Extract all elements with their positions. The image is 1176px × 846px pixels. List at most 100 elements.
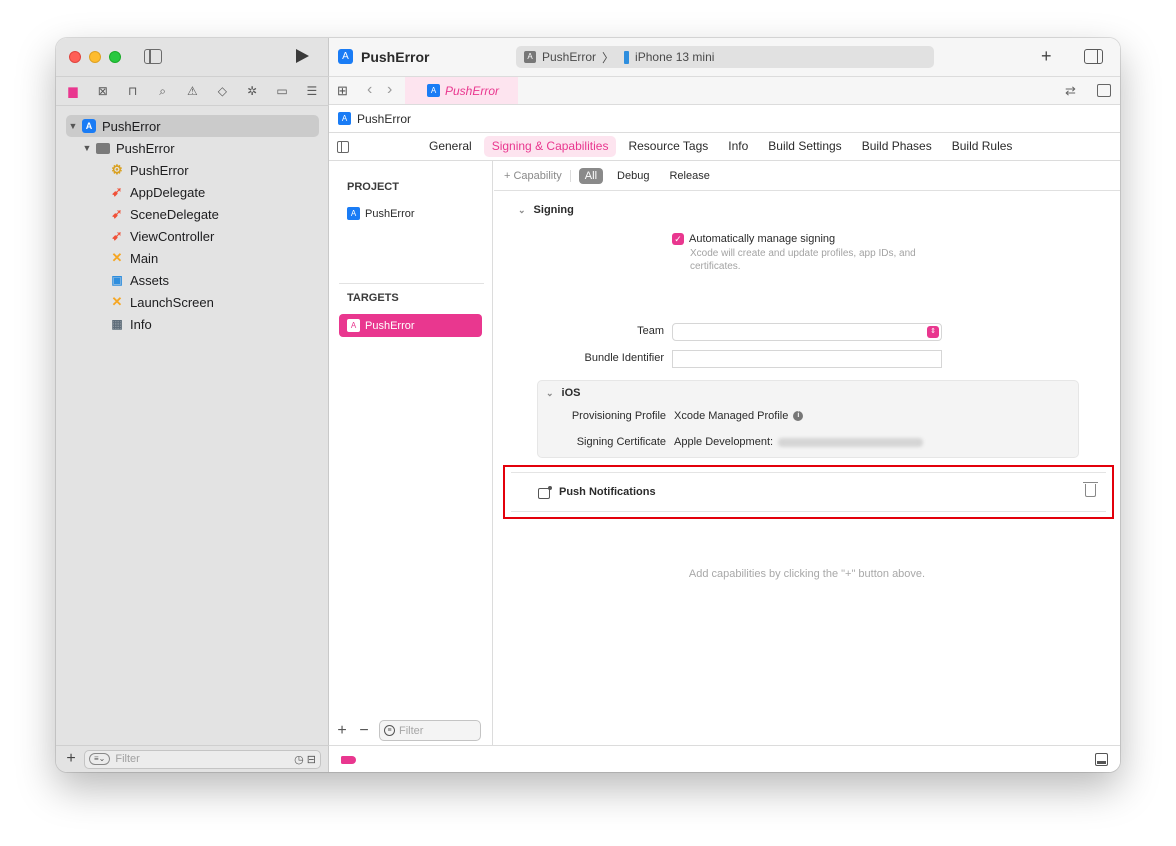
library-plus-button[interactable]: + bbox=[1041, 46, 1052, 67]
entitlements-icon: ⚙ bbox=[111, 162, 123, 177]
tab-signing-capabilities[interactable]: Signing & Capabilities bbox=[483, 136, 617, 157]
chevron-down-icon[interactable]: ▼ bbox=[68, 121, 78, 131]
tab-general[interactable]: General bbox=[421, 136, 480, 157]
app-icon: A bbox=[338, 49, 353, 64]
notification-badge-icon bbox=[538, 486, 552, 499]
segment-debug[interactable]: Debug bbox=[611, 168, 655, 184]
target-item[interactable]: A PushError bbox=[339, 314, 482, 337]
auto-manage-checkbox[interactable]: ✓ bbox=[672, 233, 684, 245]
project-header: PROJECT bbox=[347, 181, 399, 193]
tree-row-file[interactable]: ✕ LaunchScreen bbox=[66, 291, 319, 313]
minimize-window-button[interactable] bbox=[89, 51, 101, 63]
editor-tab-bar: ⊞ ‹ › A PushError ⇄ bbox=[329, 76, 1120, 105]
source-control-icon[interactable]: ⊠ bbox=[92, 83, 114, 99]
app-icon: A bbox=[338, 112, 351, 125]
add-editor-icon[interactable] bbox=[1097, 84, 1111, 97]
breadcrumb: A PushError bbox=[329, 105, 1120, 133]
breakpoint-icon[interactable]: ▭ bbox=[271, 83, 293, 99]
project-navigator-folder-icon[interactable]: ▆ bbox=[62, 83, 84, 99]
report-icon[interactable]: ☰ bbox=[301, 83, 323, 99]
tree-row-file[interactable]: ▣ Assets bbox=[66, 269, 319, 291]
signing-title: Signing bbox=[533, 204, 574, 216]
tab-info[interactable]: Info bbox=[720, 136, 756, 157]
tree-row-file[interactable]: ➹ ViewController bbox=[66, 225, 319, 247]
auto-manage-label: Automatically manage signing bbox=[689, 233, 836, 245]
run-button-icon[interactable] bbox=[296, 49, 309, 63]
tab-build-settings[interactable]: Build Settings bbox=[760, 136, 849, 157]
back-chevron-icon[interactable]: ‹ bbox=[367, 81, 372, 99]
add-capabilities-hint: Add capabilities by clicking the "+" but… bbox=[688, 568, 926, 580]
app-icon: A bbox=[347, 207, 360, 220]
breadcrumb-item[interactable]: PushError bbox=[357, 112, 411, 126]
segment-all[interactable]: All bbox=[578, 167, 604, 184]
debug-spray-icon[interactable]: ✲ bbox=[241, 83, 263, 99]
test-diamond-icon[interactable]: ◇ bbox=[211, 83, 233, 99]
prov-profile-value: Xcode Managed Profile bbox=[674, 410, 789, 422]
project-item[interactable]: A PushError bbox=[339, 202, 482, 225]
team-label: Team bbox=[637, 325, 664, 337]
chevron-down-icon[interactable]: ⌄ bbox=[546, 388, 554, 399]
scheme-separator: 〉 bbox=[602, 50, 615, 65]
tree-row-project[interactable]: ▼ A PushError bbox=[66, 115, 319, 137]
add-file-button[interactable]: + bbox=[64, 750, 78, 768]
recent-files-icon[interactable]: ◷ ⊟ bbox=[294, 753, 316, 766]
tag-icon[interactable] bbox=[341, 756, 356, 764]
toggle-navigator-icon[interactable] bbox=[144, 49, 162, 64]
forward-chevron-icon[interactable]: › bbox=[387, 81, 392, 99]
chevron-down-icon[interactable]: ⌄ bbox=[518, 205, 526, 216]
prov-profile-value-row: Xcode Managed Profile i bbox=[674, 410, 804, 422]
tree-row-file[interactable]: ➹ SceneDelegate bbox=[66, 203, 319, 225]
xcode-window: ▆ ⊠ ⊓ ⌕ ⚠ ◇ ✲ ▭ ☰ ▼ A PushError ▼ PushEr… bbox=[56, 38, 1120, 772]
symbol-hierarchy-icon[interactable]: ⊓ bbox=[122, 83, 144, 99]
warning-icon[interactable]: ⚠ bbox=[181, 83, 203, 99]
tree-row-file[interactable]: ✕ Main bbox=[66, 247, 319, 269]
toolbar: A PushError A PushError 〉 iPhone 13 mini… bbox=[329, 38, 1120, 76]
scheme-selector[interactable]: A PushError 〉 iPhone 13 mini bbox=[516, 46, 934, 68]
editor-tab-pusherror[interactable]: A PushError bbox=[405, 77, 518, 104]
chevron-down-icon[interactable]: ▼ bbox=[82, 143, 92, 153]
tree-row-file[interactable]: ➹ AppDelegate bbox=[66, 181, 319, 203]
toggle-project-list-icon[interactable] bbox=[337, 141, 349, 153]
push-notifications-capability[interactable]: Push Notifications bbox=[511, 472, 1106, 512]
tab-build-rules[interactable]: Build Rules bbox=[944, 136, 1021, 157]
navigator-filter-field[interactable]: ≡⌄ Filter ◷ ⊟ bbox=[84, 749, 321, 769]
redacted-certificate-name bbox=[778, 437, 924, 447]
tree-row-label: SceneDelegate bbox=[130, 206, 219, 222]
team-popup[interactable]: ⇕ bbox=[672, 323, 942, 341]
ios-section-header[interactable]: ⌄ iOS bbox=[546, 387, 581, 399]
info-icon[interactable]: i bbox=[793, 411, 804, 421]
tree-row-file[interactable]: ▦ Info bbox=[66, 313, 319, 335]
swap-arrows-icon[interactable]: ⇄ bbox=[1065, 83, 1076, 99]
targets-header: TARGETS bbox=[347, 292, 399, 304]
bundle-id-field[interactable] bbox=[672, 350, 942, 368]
zoom-window-button[interactable] bbox=[109, 51, 121, 63]
trash-icon[interactable] bbox=[1083, 482, 1098, 497]
list-divider bbox=[339, 283, 484, 284]
add-target-button[interactable]: + bbox=[335, 722, 349, 740]
filter-options-icon[interactable]: ≡⌄ bbox=[89, 753, 111, 765]
debug-area-toggle-icon[interactable] bbox=[1095, 753, 1108, 766]
project-tree: ▼ A PushError ▼ PushError ⚙ PushError ➹ … bbox=[66, 115, 319, 335]
segment-release[interactable]: Release bbox=[663, 168, 715, 184]
app-icon: A bbox=[347, 319, 360, 332]
tree-row-group[interactable]: ▼ PushError bbox=[66, 137, 319, 159]
app-icon: A bbox=[427, 84, 440, 97]
navigator-filter-bar: + ≡⌄ Filter ◷ ⊟ bbox=[56, 745, 329, 772]
related-items-grid-icon[interactable]: ⊞ bbox=[337, 83, 348, 99]
tree-row-file[interactable]: ⚙ PushError bbox=[66, 159, 319, 181]
project-item-label: PushError bbox=[365, 207, 415, 220]
remove-target-button[interactable]: − bbox=[357, 722, 371, 740]
tree-row-label: PushError bbox=[130, 162, 189, 178]
project-list-filter-field[interactable]: ≡ Filter bbox=[379, 720, 481, 741]
scheme-target[interactable]: PushError bbox=[542, 50, 596, 64]
close-window-button[interactable] bbox=[69, 51, 81, 63]
navigator-sidebar: ▆ ⊠ ⊓ ⌕ ⚠ ◇ ✲ ▭ ☰ ▼ A PushError ▼ PushEr… bbox=[56, 38, 329, 772]
add-capability-button[interactable]: + Capability bbox=[504, 169, 571, 182]
search-icon[interactable]: ⌕ bbox=[152, 83, 174, 99]
tab-resource-tags[interactable]: Resource Tags bbox=[620, 136, 716, 157]
signing-section-header[interactable]: ⌄ Signing bbox=[518, 204, 574, 216]
scheme-device[interactable]: iPhone 13 mini bbox=[635, 50, 714, 64]
toggle-inspector-icon[interactable] bbox=[1084, 49, 1103, 64]
tab-build-phases[interactable]: Build Phases bbox=[854, 136, 940, 157]
filter-placeholder: Filter bbox=[399, 724, 424, 737]
